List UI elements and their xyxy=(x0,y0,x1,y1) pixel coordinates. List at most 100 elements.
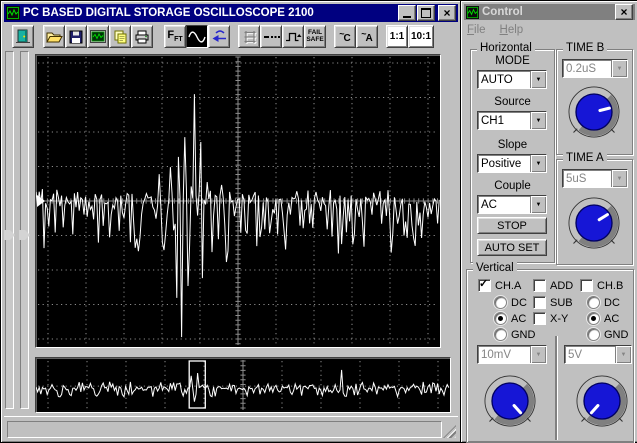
copy-notes-icon xyxy=(114,30,126,43)
mode-value: AUTO xyxy=(481,73,513,86)
couple-select[interactable]: AC ▼ xyxy=(477,195,547,214)
mode-select[interactable]: AUTO ▼ xyxy=(477,70,547,89)
add-checkbox[interactable]: ADD xyxy=(533,279,573,292)
xy-checkbox[interactable]: X-Y xyxy=(533,312,568,325)
control-app-icon xyxy=(466,5,479,19)
grid-icon xyxy=(244,30,257,44)
scope-screen-icon xyxy=(90,30,106,43)
ch-b-scale-value: 5V xyxy=(568,348,583,361)
copy-button[interactable] xyxy=(109,25,131,48)
control-close-button[interactable]: × xyxy=(615,4,633,20)
dotted-line-icon xyxy=(263,35,280,38)
trigger-couple-c-button[interactable]: ~C xyxy=(334,25,356,48)
ch-b-label: CH.B xyxy=(597,279,624,292)
checkbox-box xyxy=(580,279,593,292)
trigger-level-marker[interactable] xyxy=(37,195,45,207)
control-title-bar[interactable]: Control × xyxy=(464,4,635,20)
ch-a-ac-radio[interactable]: AC xyxy=(494,312,526,325)
save-button[interactable] xyxy=(65,25,87,48)
fail-safe-button[interactable]: FAIL SAFE xyxy=(304,25,326,48)
app-icon xyxy=(6,6,20,20)
open-button[interactable] xyxy=(43,25,65,48)
time-b-select[interactable]: 0.2uS ▼ xyxy=(562,59,628,78)
radio-circle xyxy=(587,312,600,325)
maximize-button[interactable] xyxy=(417,5,435,21)
waveform-mode-button[interactable] xyxy=(186,25,208,48)
ch-a-scale-select[interactable]: 10mV ▼ xyxy=(477,345,547,364)
ch-b-gain-knob[interactable] xyxy=(573,372,631,430)
ch-a-gain-knob[interactable] xyxy=(481,372,539,430)
floppy-icon xyxy=(69,30,83,43)
ch-b-scale-select[interactable]: 5V ▼ xyxy=(564,345,632,364)
ch-a-gnd-label: GND xyxy=(511,328,536,341)
auto-set-button[interactable]: AUTO SET xyxy=(477,239,547,256)
printer-icon xyxy=(135,30,149,43)
time-a-knob[interactable] xyxy=(565,194,623,252)
probe-10to1-button[interactable]: 10:1 xyxy=(408,25,434,48)
close-icon: × xyxy=(443,5,451,20)
probe-1to1-button[interactable]: 1:1 xyxy=(386,25,408,48)
ch-a-checkbox[interactable]: CH.A xyxy=(478,277,521,292)
dropdown-arrow-icon[interactable]: ▼ xyxy=(530,112,546,129)
scope-display-svg xyxy=(36,56,440,345)
trigger-couple-a-icon: ~A xyxy=(361,28,373,44)
sub-checkbox[interactable]: SUB xyxy=(533,296,573,309)
ch-b-gnd-radio[interactable]: GND xyxy=(587,328,628,341)
ch-b-position-slider[interactable] xyxy=(19,51,30,409)
time-b-value: 0.2uS xyxy=(566,62,597,75)
add-label: ADD xyxy=(550,279,574,292)
couple-label: Couple xyxy=(494,180,531,192)
dropdown-arrow-icon: ▼ xyxy=(611,60,627,77)
ch-b-position-thumb[interactable] xyxy=(19,230,30,240)
menu-help[interactable]: Help xyxy=(500,24,524,36)
time-b-group-label: TIME B xyxy=(563,42,608,54)
zoom-selection-box[interactable] xyxy=(188,360,206,409)
ch-a-dc-radio[interactable]: DC xyxy=(494,296,527,309)
pulse-trigger-button[interactable] xyxy=(282,25,304,48)
window-title: PC BASED DIGITAL STORAGE OSCILLOSCOPE 21… xyxy=(23,7,314,19)
ch-b-ac-label: AC xyxy=(604,312,620,325)
time-b-knob[interactable] xyxy=(565,83,623,141)
source-select[interactable]: CH1 ▼ xyxy=(477,111,547,130)
undo-trace-button[interactable] xyxy=(208,25,230,48)
display-settings-button[interactable] xyxy=(87,25,109,48)
close-button[interactable]: × xyxy=(438,5,456,21)
trigger-couple-a-button[interactable]: ~A xyxy=(356,25,378,48)
status-field xyxy=(7,421,442,438)
ch-a-position-thumb[interactable] xyxy=(4,230,15,240)
ch-a-dc-label: DC xyxy=(511,296,527,309)
dropdown-arrow-icon[interactable]: ▼ xyxy=(530,71,546,88)
stop-button[interactable]: STOP xyxy=(477,217,547,234)
probe-1to1-label: 1:1 xyxy=(389,31,405,42)
time-a-group-label: TIME A xyxy=(563,152,607,164)
dropdown-arrow-icon[interactable]: ▼ xyxy=(530,155,546,172)
time-b-group: TIME B 0.2uS ▼ xyxy=(556,42,633,155)
menu-file[interactable]: File xyxy=(467,24,486,36)
print-button[interactable] xyxy=(131,25,153,48)
vertical-group: Vertical CH.A ADD CH.B DC SUB DC AC xyxy=(466,262,634,443)
grid-toggle-button[interactable] xyxy=(238,25,260,48)
ch-a-position-slider[interactable] xyxy=(4,51,15,409)
radio-circle xyxy=(587,328,600,341)
dotted-grid-button[interactable] xyxy=(260,25,282,48)
ch-b-ac-radio[interactable]: AC xyxy=(587,312,619,325)
undo-arrow-icon xyxy=(212,30,226,42)
overview-display-svg xyxy=(36,360,450,410)
dropdown-arrow-icon: ▼ xyxy=(615,346,631,363)
dropdown-arrow-icon[interactable]: ▼ xyxy=(530,196,546,213)
menu-bar: File Help xyxy=(467,22,523,38)
scope-display xyxy=(35,54,441,348)
time-a-select[interactable]: 5uS ▼ xyxy=(562,169,628,188)
radio-circle xyxy=(494,312,507,325)
ch-a-gnd-radio[interactable]: GND xyxy=(494,328,535,341)
minimize-button[interactable] xyxy=(398,5,416,21)
exit-button[interactable] xyxy=(12,25,34,48)
ch-b-checkbox[interactable]: CH.B xyxy=(580,279,623,292)
horizontal-group: Horizontal MODE AUTO ▼ Source CH1 ▼ Slop… xyxy=(470,42,555,263)
overview-display[interactable] xyxy=(35,357,451,413)
resize-grip[interactable] xyxy=(443,425,456,438)
title-bar[interactable]: PC BASED DIGITAL STORAGE OSCILLOSCOPE 21… xyxy=(4,4,458,22)
fft-button[interactable]: FFT xyxy=(164,25,186,48)
slope-select[interactable]: Positive ▼ xyxy=(477,154,547,173)
ch-b-dc-radio[interactable]: DC xyxy=(587,296,620,309)
